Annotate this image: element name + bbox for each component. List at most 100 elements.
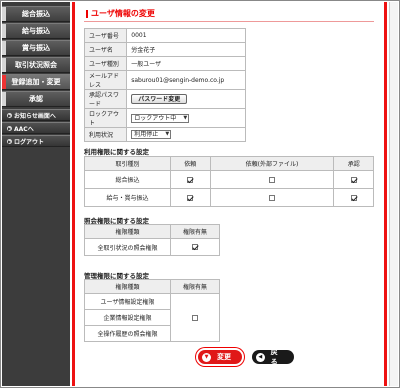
nav-marker (2, 7, 6, 21)
sidebar-link-aac[interactable]: ▶ AACへ (2, 122, 70, 134)
inquiry-settings-table: 権限種類 権限有無 全取引状況の照会権限 (84, 224, 220, 256)
checkbox-cell (209, 188, 335, 207)
user-number-label: ユーザ番号 (83, 28, 128, 43)
back-button[interactable]: ◀ 戻る (252, 348, 294, 366)
sidebar-item-label: 賞与振込 (22, 44, 50, 52)
status-select[interactable]: 利用停止 (131, 130, 172, 139)
column-header: 依頼 (170, 156, 211, 171)
checkbox-cell (333, 170, 374, 189)
kyuyo-approve-checkbox[interactable] (350, 194, 357, 201)
sidebar-item-shonin[interactable]: 承認 (2, 91, 70, 107)
arrow-left-icon: ◀ (256, 352, 265, 362)
lockout-label: ロックアウト (83, 108, 128, 128)
sidebar-item-shoyo-furikomi[interactable]: 賞与振込 (2, 40, 70, 56)
sidebar-item-label: 総合振込 (22, 10, 50, 18)
change-button[interactable]: ▼ 変更 (198, 350, 242, 364)
table-row: 利用状況 利用停止 (83, 127, 246, 142)
main-content: ユーザ情報の変更 ユーザ番号 0001 ユーザ名 労金花子 ユーザ種別 一般ユー… (82, 2, 382, 386)
nav-marker (2, 75, 6, 89)
user-name-label: ユーザ名 (83, 42, 128, 57)
column-header: 承認 (333, 156, 374, 171)
column-header: 依頼(外部ファイル) (209, 156, 335, 171)
usage-settings-title: 利用権限に関する設定 (84, 148, 149, 156)
column-header: 権限有無 (170, 224, 220, 239)
change-password-button[interactable]: パスワード変更 (131, 94, 188, 104)
email-value: saburou01@sengin-demo.co.jp (126, 70, 246, 90)
lockout-cell: ロックアウト中 (126, 108, 246, 128)
left-accent-bar (72, 2, 75, 386)
password-cell: パスワード変更 (126, 89, 246, 109)
table-row: メールアドレス saburou01@sengin-demo.co.jp (83, 70, 246, 90)
row-label: 企業情報設定権限 (84, 309, 171, 326)
sidebar-item-label: ログアウト (14, 138, 45, 146)
table-header-row: 権限種類 権限有無 (84, 279, 220, 294)
row-label: ユーザ情報設定権限 (84, 293, 171, 310)
sougou-approve-checkbox[interactable] (350, 176, 357, 183)
kyuyo-external-checkbox[interactable] (268, 194, 275, 201)
table-row: 承認パスワード パスワード変更 (83, 89, 246, 109)
title-underline (84, 21, 374, 22)
sidebar-item-label: お知らせ画面へ (14, 112, 56, 120)
page-title: ユーザ情報の変更 (86, 10, 155, 18)
user-name-value: 労金花子 (126, 42, 246, 57)
sidebar-item-label: 取引状況照会 (15, 61, 57, 69)
status-label: 利用状況 (83, 127, 128, 142)
table-header-row: 取引種別 依頼 依頼(外部ファイル) 承認 (84, 156, 374, 171)
table-row: ユーザ情報設定権限 (84, 293, 220, 342)
sougou-external-checkbox[interactable] (268, 176, 275, 183)
row-label: 給与・賞与振込 (84, 188, 171, 207)
chevron-right-icon: ▶ (7, 139, 12, 144)
all-inquiry-checkbox[interactable] (192, 244, 198, 250)
kyuyo-request-checkbox[interactable] (187, 194, 194, 201)
change-button-label: 変更 (217, 353, 231, 361)
nav-marker (2, 41, 6, 55)
row-label: 全操作履歴の照会権限 (84, 325, 171, 342)
lockout-select[interactable]: ロックアウト中 (131, 113, 190, 123)
table-row: 全取引状況の照会権限 (84, 238, 220, 256)
row-label: 全取引状況の照会権限 (84, 238, 171, 256)
sidebar-item-label: AACへ (14, 125, 34, 133)
sidebar-item-kyuyo-furikomi[interactable]: 給与振込 (2, 23, 70, 39)
table-row: ロックアウト ロックアウト中 (83, 108, 246, 128)
table-row: ユーザ番号 0001 (83, 28, 246, 43)
email-label: メールアドレス (83, 70, 128, 90)
sidebar-item-label: 承認 (29, 95, 43, 103)
user-type-label: ユーザ種別 (83, 56, 128, 71)
sidebar-item-label: 登録追加・変更 (11, 78, 61, 86)
checkbox-cell (333, 188, 374, 207)
password-label: 承認パスワード (83, 89, 128, 109)
checkbox-cell (170, 170, 211, 189)
table-row: 総合振込 (84, 170, 374, 189)
sidebar: 総合振込 給与振込 賞与振込 取引状況照会 登録追加・変更 承認 ▶ お知らせ画面… (2, 2, 70, 386)
arrow-down-icon: ▼ (202, 352, 211, 362)
sidebar-item-label: 給与振込 (22, 27, 50, 35)
admin-rights-checkbox[interactable] (192, 314, 198, 321)
user-number-value: 0001 (126, 28, 246, 43)
sidebar-item-sougou-furikomi[interactable]: 総合振込 (2, 6, 70, 22)
nav-marker (2, 92, 6, 106)
checkbox-cell (170, 293, 220, 342)
checkbox-cell (170, 188, 211, 207)
column-header: 取引種別 (84, 156, 171, 171)
chevron-right-icon: ▶ (7, 126, 12, 131)
sougou-request-checkbox[interactable] (187, 176, 194, 183)
checkbox-cell (170, 238, 220, 256)
right-accent-bar (384, 2, 387, 386)
sidebar-item-touroku-henkou[interactable]: 登録追加・変更 (2, 74, 70, 90)
back-button-label: 戻る (270, 348, 278, 366)
column-header: 権限種類 (84, 279, 171, 294)
chevron-right-icon: ▶ (7, 113, 12, 118)
nav-marker (2, 58, 6, 72)
checkbox-cell (209, 170, 335, 189)
user-type-value: 一般ユーザ (126, 56, 246, 71)
row-label: 総合振込 (84, 170, 171, 189)
table-header-row: 権限種類 権限有無 (84, 224, 220, 239)
column-header: 権限種類 (84, 224, 171, 239)
user-info-table: ユーザ番号 0001 ユーザ名 労金花子 ユーザ種別 一般ユーザ メールアドレス… (83, 28, 246, 142)
sidebar-link-logout[interactable]: ▶ ログアウト (2, 135, 70, 147)
nav-marker (2, 24, 6, 38)
table-row: ユーザ種別 一般ユーザ (83, 56, 246, 71)
sidebar-item-torihiki-shokai[interactable]: 取引状況照会 (2, 57, 70, 73)
status-cell: 利用停止 (126, 127, 246, 142)
sidebar-link-notice[interactable]: ▶ お知らせ画面へ (2, 109, 70, 121)
